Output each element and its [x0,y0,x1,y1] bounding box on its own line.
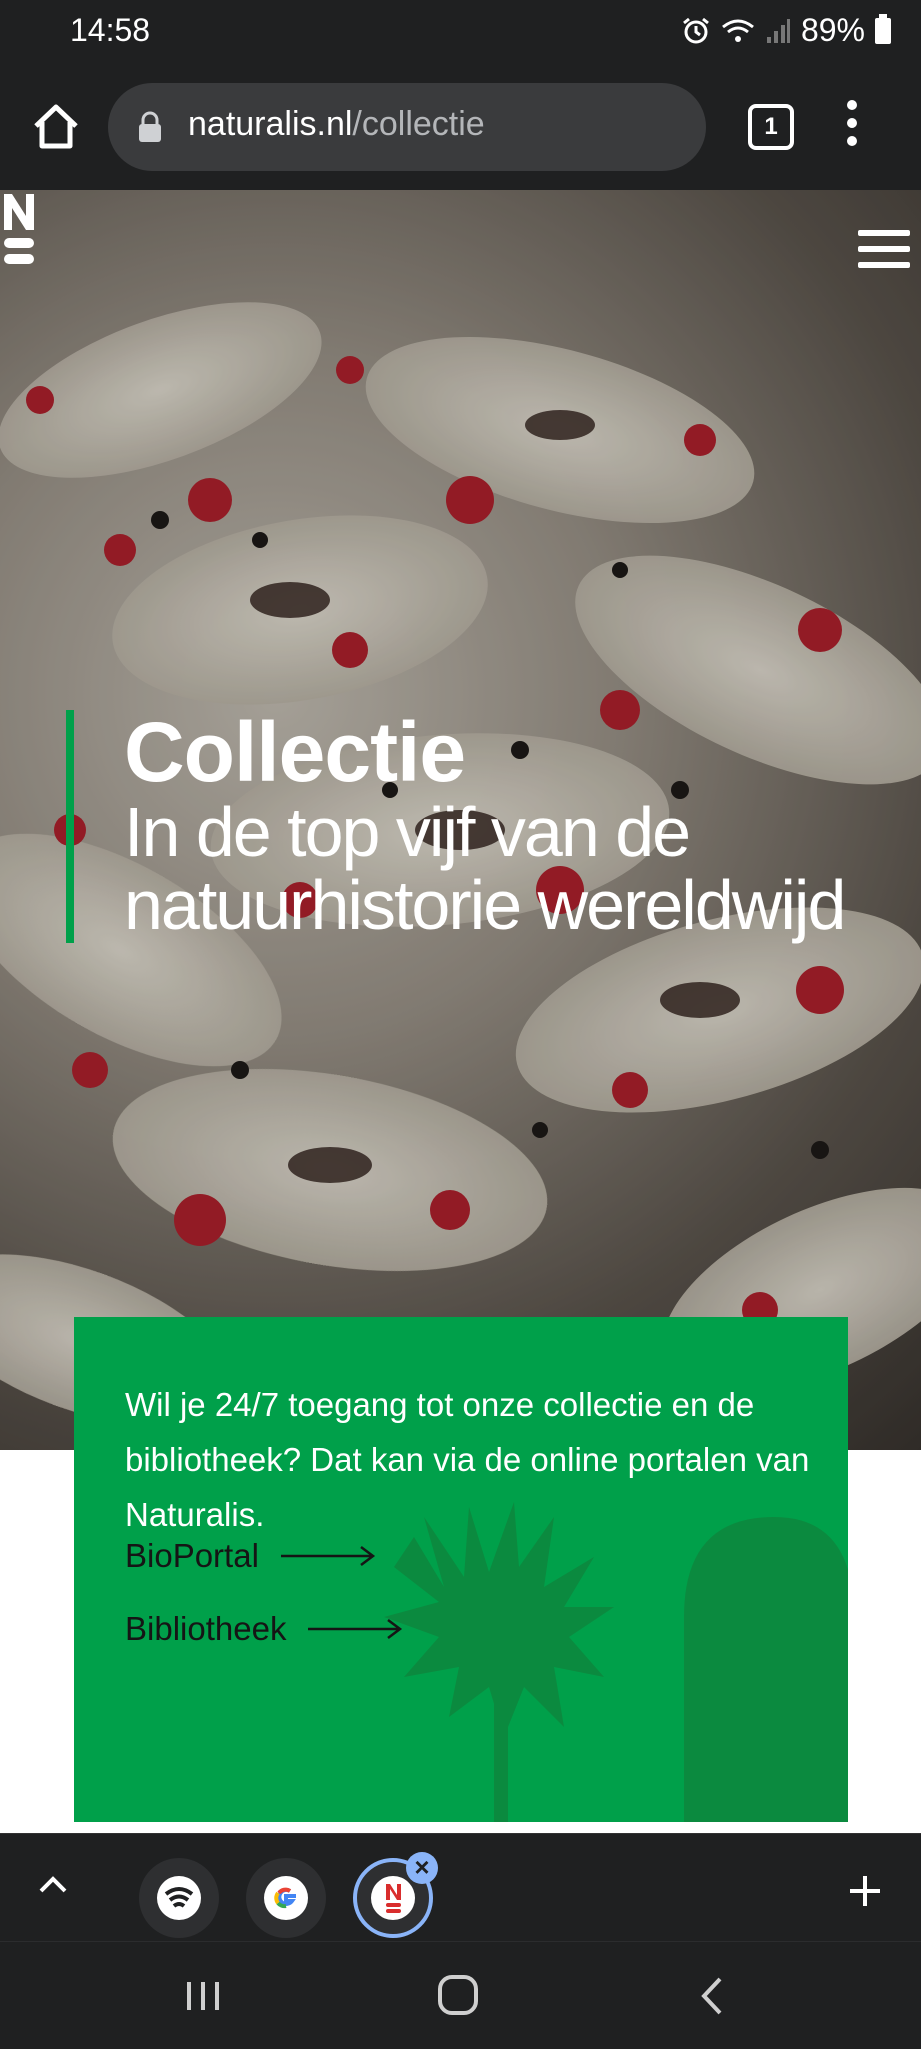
url-text[interactable]: naturalis.nl/collectie [188,105,485,144]
home-icon[interactable] [28,98,84,154]
status-icons: 89% [681,12,891,49]
system-navigation-bar [0,1941,921,2049]
wifi-logo-icon [157,1876,201,1920]
signal-icon [766,18,790,43]
web-content: Collectie In de top vijf van de natuurhi… [0,190,921,1833]
hero-image: Collectie In de top vijf van de natuurhi… [0,190,921,1450]
tab-google[interactable] [246,1858,326,1938]
arrow-right-icon [280,1546,375,1566]
battery-icon [875,13,891,44]
url-path: /collectie [352,105,485,143]
plant-silhouette-icon [384,1502,848,1822]
address-bar[interactable]: naturalis.nl/collectie [108,83,706,171]
chevron-up-icon[interactable] [38,1874,68,1894]
overflow-menu-icon[interactable] [842,100,862,156]
hamburger-menu-icon[interactable] [858,230,910,270]
bioportal-link-label: BioPortal [125,1537,259,1574]
battery-percent: 89% [800,12,865,48]
new-tab-plus-icon[interactable] [848,1874,882,1908]
page-subtitle: In de top vijf van de natuurhistorie wer… [124,792,846,945]
browser-toolbar: naturalis.nl/collectie 1 [0,66,921,190]
close-tab-icon[interactable]: × [406,1852,438,1884]
alarm-icon [683,17,709,43]
card-description: Wil je 24/7 toegang tot onze collectie e… [125,1386,810,1533]
naturalis-logo[interactable] [0,190,40,268]
bibliotheek-link-label: Bibliotheek [125,1610,287,1647]
back-icon[interactable] [700,1976,724,2016]
bibliotheek-link[interactable]: Bibliotheek [125,1610,403,1648]
tab-count: 1 [764,113,778,140]
arrow-right-icon [308,1619,403,1639]
tab-wifi-portal[interactable] [139,1858,219,1938]
nav-home-icon[interactable] [438,1975,478,2015]
google-icon [264,1876,308,1920]
url-domain: naturalis.nl [188,105,353,143]
tab-switcher-button[interactable]: 1 [748,104,794,150]
status-time: 14:58 [70,12,151,48]
status-bar: 14:58 89% [0,0,921,66]
hero-heading: Collectie In de top vijf van de natuurhi… [66,705,864,945]
tab-strip: × [0,1833,921,1942]
wifi-icon [722,19,754,42]
portal-card: Wil je 24/7 toegang tot onze collectie e… [74,1317,848,1822]
recent-apps-icon[interactable] [185,1978,221,2014]
lock-icon [139,111,161,142]
page-title: Collectie [124,705,466,799]
bioportal-link[interactable]: BioPortal [125,1537,376,1575]
